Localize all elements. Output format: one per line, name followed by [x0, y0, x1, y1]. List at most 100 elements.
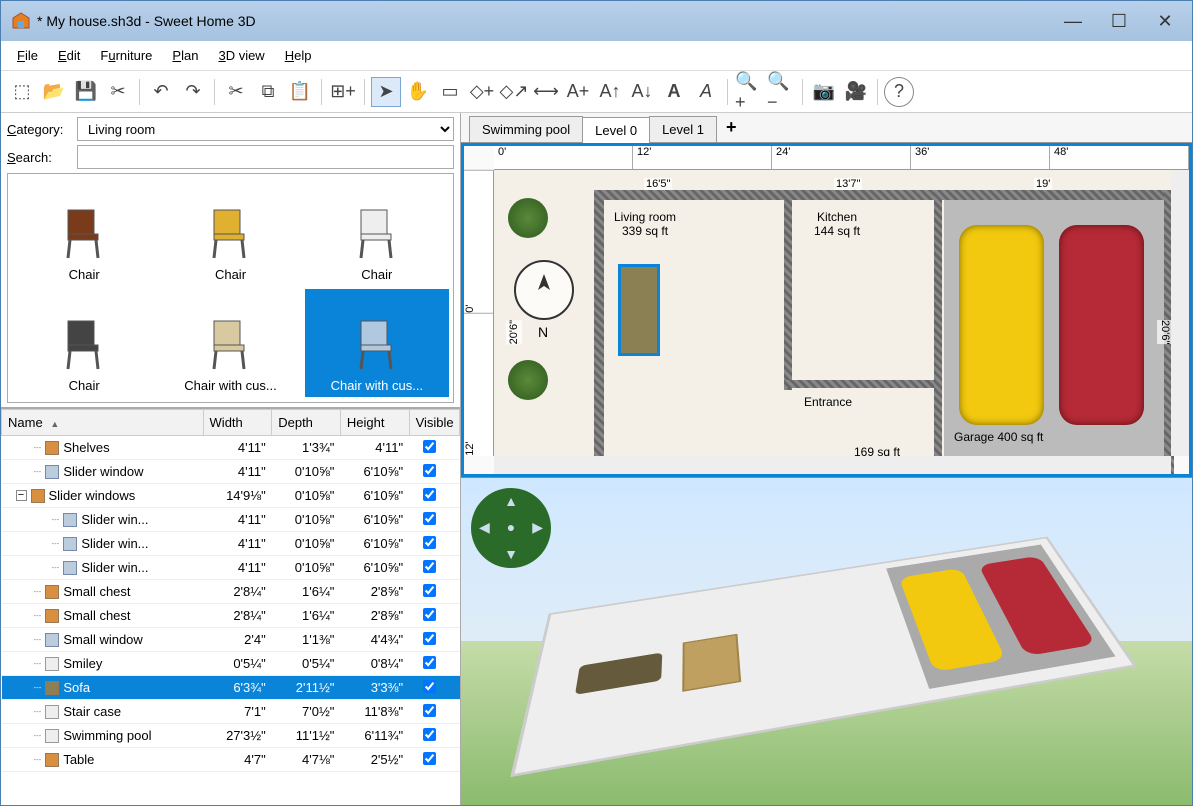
visible-checkbox[interactable]	[423, 704, 436, 717]
tab-level1[interactable]: Level 1	[649, 116, 717, 142]
help-icon[interactable]: ?	[884, 77, 914, 107]
open-icon[interactable]: 📂	[39, 77, 69, 107]
table-row[interactable]: ┄Stair case 7'1" 7'0½" 11'8⅜"	[2, 700, 460, 724]
redo-icon[interactable]: ↷	[178, 77, 208, 107]
create-dimension-icon[interactable]: ⟷	[531, 77, 561, 107]
dim-label: 13'7"	[834, 178, 862, 190]
text-italic-icon[interactable]: A	[691, 77, 721, 107]
visible-checkbox[interactable]	[423, 680, 436, 693]
paste-icon[interactable]: 📋	[285, 77, 315, 107]
col-width[interactable]: Width	[203, 410, 272, 436]
nav-compass-icon[interactable]: ▲ ◀●▶ ▼	[471, 488, 551, 568]
text-decrease-icon[interactable]: A↓	[627, 77, 657, 107]
zoom-out-icon[interactable]: 🔍−	[766, 77, 796, 107]
scrollbar-vertical[interactable]	[1171, 170, 1189, 456]
catalog-grid[interactable]: Chair Chair Chair Chair Chair wi	[7, 173, 454, 403]
selected-sofa[interactable]	[619, 265, 659, 355]
visible-checkbox[interactable]	[423, 752, 436, 765]
add-level-button[interactable]: +	[716, 113, 747, 142]
new-icon[interactable]: ⬚	[7, 77, 37, 107]
add-furniture-icon[interactable]: ⊞+	[328, 77, 358, 107]
col-height[interactable]: Height	[340, 410, 409, 436]
zoom-in-icon[interactable]: 🔍+	[734, 77, 764, 107]
table-row[interactable]: ┄Slider window 4'11" 0'10⅝" 6'10⅝"	[2, 460, 460, 484]
table-row[interactable]: −Slider windows 14'9⅛" 0'10⅝" 6'10⅝"	[2, 484, 460, 508]
catalog-item-label: Chair	[361, 267, 392, 282]
copy-icon[interactable]: ⧉	[253, 77, 283, 107]
table-row[interactable]: ┄Slider win... 4'11" 0'10⅝" 6'10⅝"	[2, 508, 460, 532]
create-walls-icon[interactable]: ▭	[435, 77, 465, 107]
visible-checkbox[interactable]	[423, 608, 436, 621]
menu-file[interactable]: File	[9, 44, 46, 67]
select-tool-icon[interactable]: ➤	[371, 77, 401, 107]
compass-icon[interactable]	[514, 260, 574, 320]
create-room-icon[interactable]: ◇+	[467, 77, 497, 107]
visible-checkbox[interactable]	[423, 560, 436, 573]
col-name[interactable]: Name	[2, 410, 204, 436]
visible-checkbox[interactable]	[423, 656, 436, 669]
catalog-item[interactable]: Chair	[158, 178, 302, 286]
maximize-button[interactable]: ☐	[1096, 5, 1142, 37]
menu-plan[interactable]: Plan	[164, 44, 206, 67]
photo-icon[interactable]: 📷	[809, 77, 839, 107]
create-polyline-icon[interactable]: ◇↗	[499, 77, 529, 107]
video-icon[interactable]: 🎥	[841, 77, 871, 107]
menu-edit[interactable]: Edit	[50, 44, 88, 67]
pan-tool-icon[interactable]: ✋	[403, 77, 433, 107]
close-button[interactable]: ✕	[1142, 5, 1188, 37]
text-tool-icon[interactable]: A+	[563, 77, 593, 107]
window-title: * My house.sh3d - Sweet Home 3D	[37, 13, 1050, 29]
cut-icon[interactable]: ✂	[221, 77, 251, 107]
catalog-item[interactable]: Chair	[12, 289, 156, 397]
table-row[interactable]: ┄Small chest 2'8¼" 1'6¼" 2'8⅝"	[2, 604, 460, 628]
table-row[interactable]: ┄Swimming pool 27'3½" 11'1½" 6'11¾"	[2, 724, 460, 748]
cell-depth: 1'3¾"	[272, 436, 341, 460]
floorplan-canvas[interactable]: 16'5" 13'7" 19' 20'6" 20'6" Living room3…	[494, 170, 1171, 456]
col-visible[interactable]: Visible	[409, 410, 459, 436]
cell-height: 6'10⅝"	[340, 460, 409, 484]
table-row[interactable]: ┄Smiley 0'5¼" 0'5¼" 0'8¼"	[2, 652, 460, 676]
furniture-icon	[45, 705, 59, 719]
scrollbar-horizontal[interactable]	[494, 456, 1171, 474]
catalog-item[interactable]: Chair	[305, 178, 449, 286]
tab-swimming-pool[interactable]: Swimming pool	[469, 116, 583, 142]
search-input[interactable]	[77, 145, 454, 169]
catalog-item-label: Chair with cus...	[331, 378, 423, 393]
table-row[interactable]: ┄Table 4'7" 4'7⅛" 2'5½"	[2, 748, 460, 772]
menu-furniture[interactable]: Furniture	[92, 44, 160, 67]
visible-checkbox[interactable]	[423, 488, 436, 501]
visible-checkbox[interactable]	[423, 632, 436, 645]
table-row[interactable]: ┄Slider win... 4'11" 0'10⅝" 6'10⅝"	[2, 556, 460, 580]
table-row[interactable]: ┄Small chest 2'8¼" 1'6¼" 2'8⅝"	[2, 580, 460, 604]
table-row[interactable]: ┄Shelves 4'11" 1'3¾" 4'11"	[2, 436, 460, 460]
expand-icon[interactable]: −	[16, 490, 27, 501]
text-bold-icon[interactable]: A	[659, 77, 689, 107]
col-depth[interactable]: Depth	[272, 410, 341, 436]
visible-checkbox[interactable]	[423, 536, 436, 549]
undo-icon[interactable]: ↶	[146, 77, 176, 107]
table-row[interactable]: ┄Slider win... 4'11" 0'10⅝" 6'10⅝"	[2, 532, 460, 556]
catalog-item[interactable]: Chair with cus...	[158, 289, 302, 397]
visible-checkbox[interactable]	[423, 464, 436, 477]
menu-3dview[interactable]: 3D view	[210, 44, 272, 67]
furniture-table[interactable]: Name Width Depth Height Visible ┄Shelves…	[1, 408, 460, 805]
view-3d[interactable]: ▲ ◀●▶ ▼	[461, 477, 1192, 806]
category-select[interactable]: Living room	[77, 117, 454, 141]
menu-help[interactable]: Help	[277, 44, 320, 67]
catalog-item[interactable]: Chair	[12, 178, 156, 286]
visible-checkbox[interactable]	[423, 584, 436, 597]
compass-label: N	[538, 324, 548, 340]
table-row[interactable]: ┄Sofa 6'3¾" 2'11½" 3'3⅜"	[2, 676, 460, 700]
save-icon[interactable]: 💾	[71, 77, 101, 107]
visible-checkbox[interactable]	[423, 440, 436, 453]
tab-level0[interactable]: Level 0	[582, 117, 650, 143]
visible-checkbox[interactable]	[423, 728, 436, 741]
minimize-button[interactable]: —	[1050, 5, 1096, 37]
text-increase-icon[interactable]: A↑	[595, 77, 625, 107]
preferences-icon[interactable]: ✂	[103, 77, 133, 107]
cell-width: 27'3½"	[203, 724, 272, 748]
visible-checkbox[interactable]	[423, 512, 436, 525]
plan-2d-view[interactable]: 0' 12' 24' 36' 48' 0' 12'	[461, 143, 1192, 477]
catalog-item[interactable]: Chair with cus...	[305, 289, 449, 397]
table-row[interactable]: ┄Small window 2'4" 1'1⅜" 4'4¾"	[2, 628, 460, 652]
